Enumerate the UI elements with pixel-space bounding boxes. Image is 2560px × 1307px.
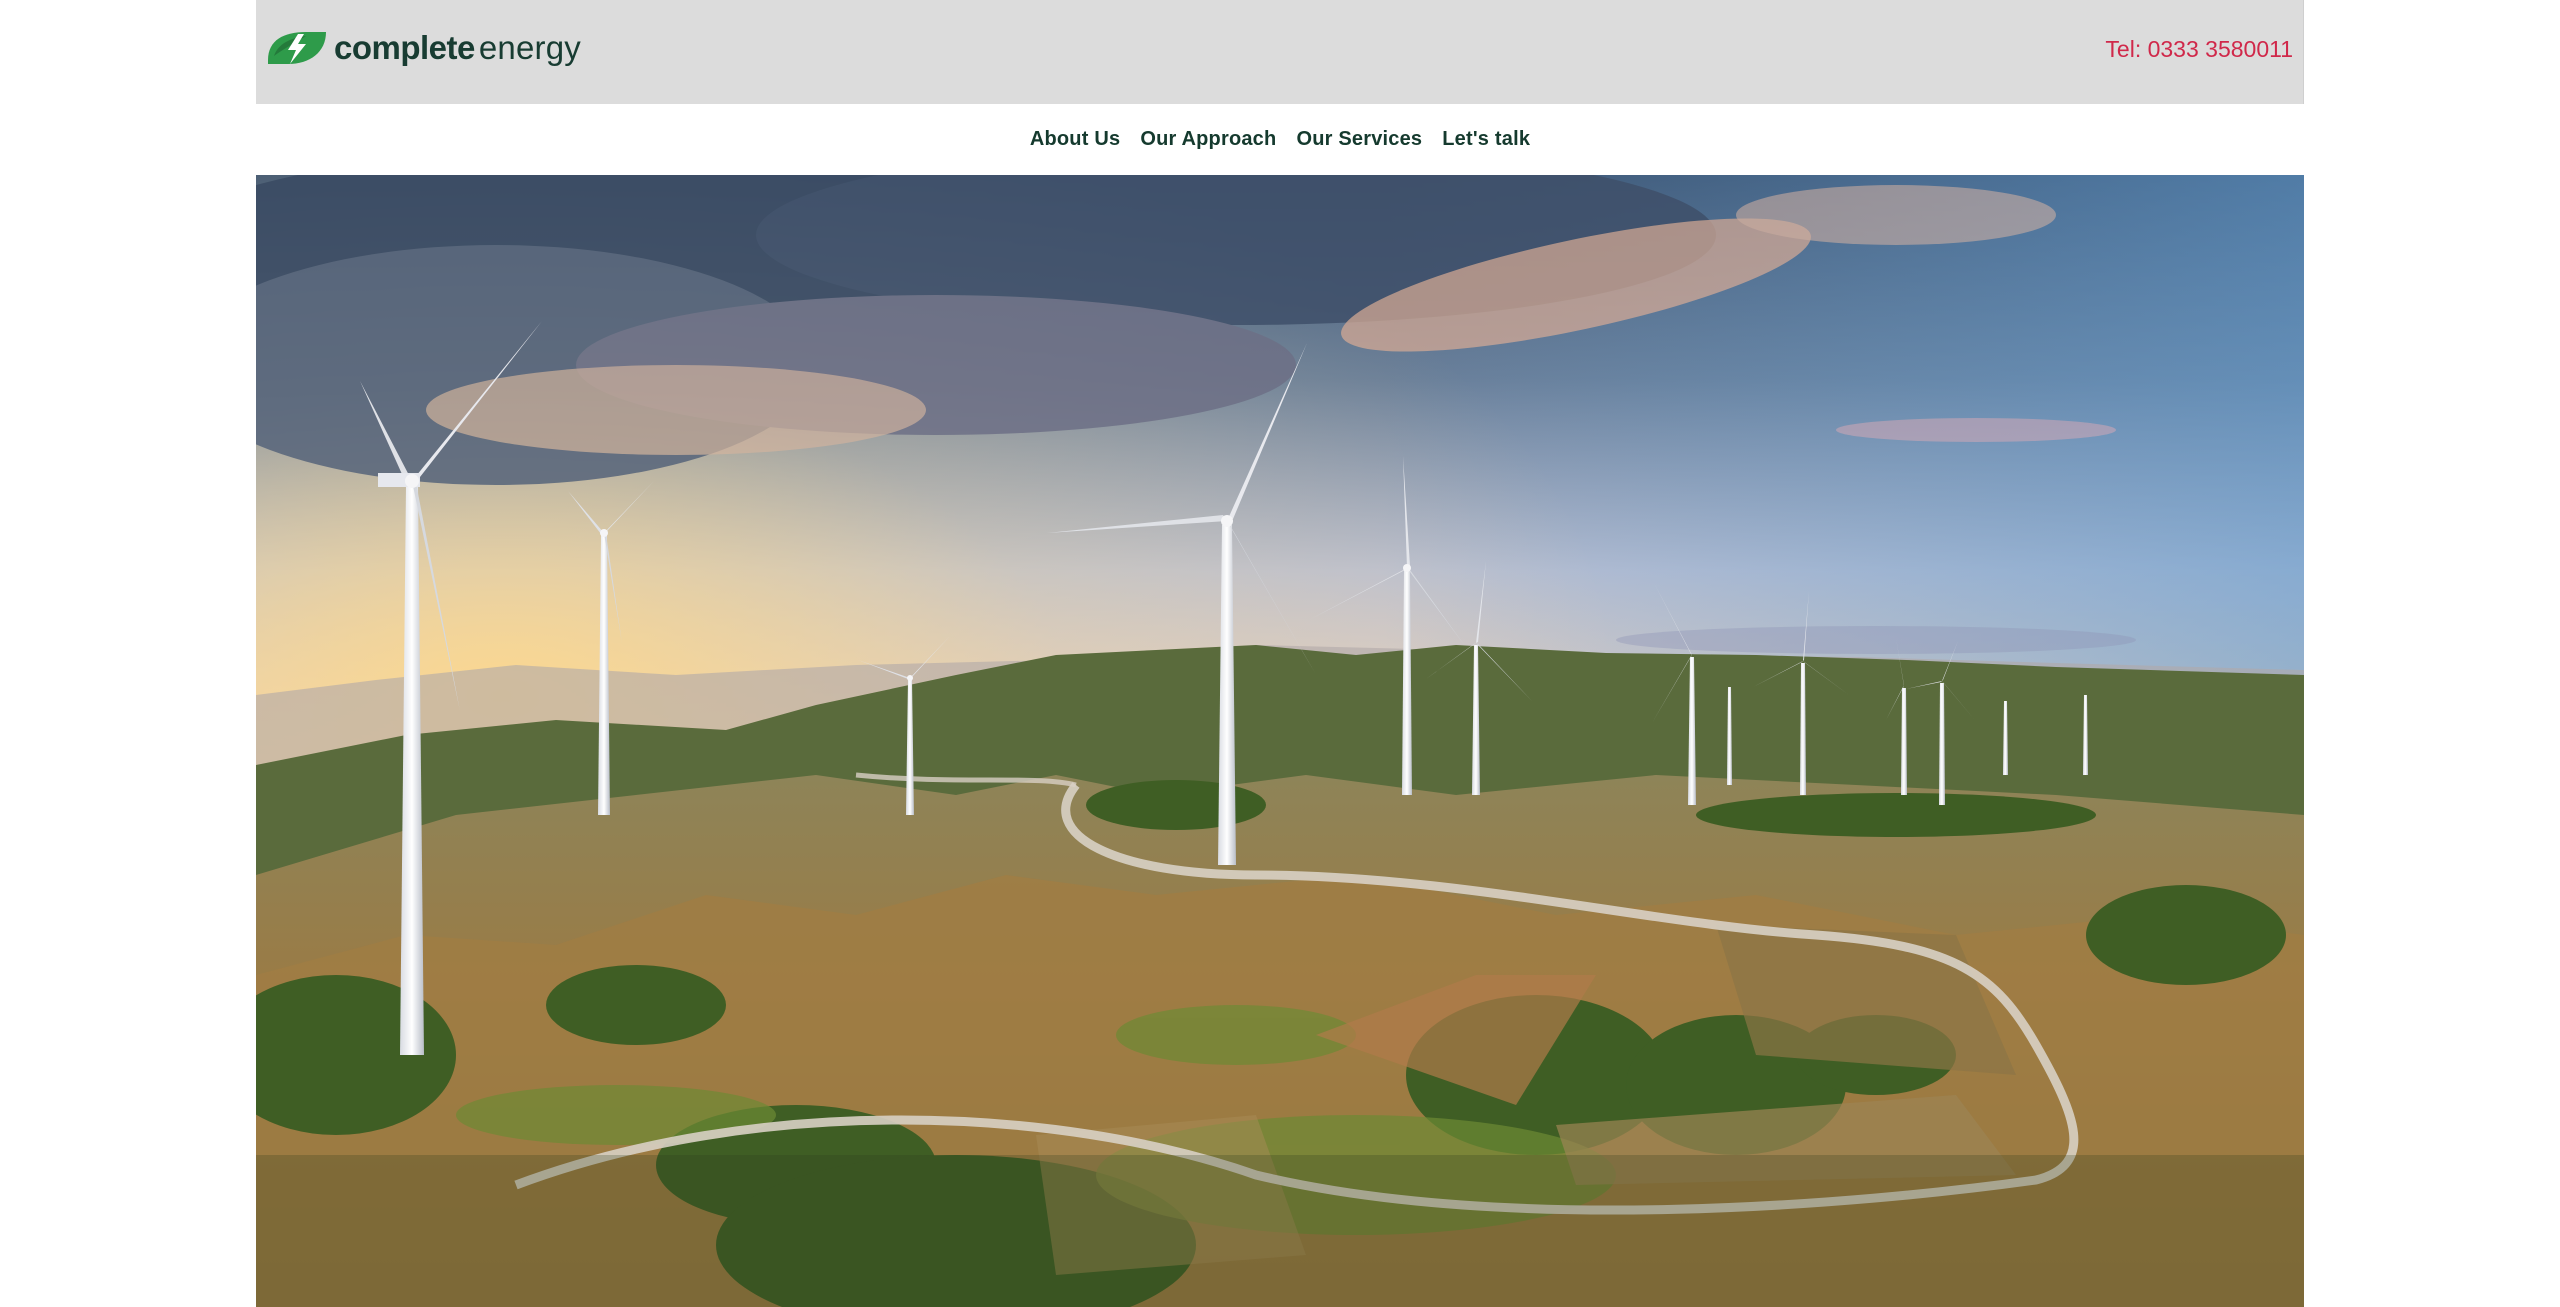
logo-text-energy: energy (478, 29, 581, 66)
nav-item-about-us[interactable]: About Us (1030, 124, 1120, 155)
nav-item-our-approach[interactable]: Our Approach (1140, 124, 1276, 155)
leaf-bolt-logo-icon (268, 32, 326, 64)
wind-turbines-landscape-photo (256, 175, 2304, 1307)
nav-item-lets-talk[interactable]: Let's talk (1442, 124, 1530, 155)
main-nav: About Us Our Approach Our Services Let's… (256, 104, 2304, 175)
site-header: complete energy Tel: 0333 3580011 (256, 0, 2304, 104)
phone-link[interactable]: Tel: 0333 3580011 (2105, 36, 2293, 63)
logo-text-complete: complete (334, 29, 475, 66)
logo-link[interactable]: complete energy (266, 26, 581, 70)
nav-item-our-services[interactable]: Our Services (1296, 124, 1422, 155)
hero-image (256, 175, 2304, 1307)
page: complete energy Tel: 0333 3580011 About … (256, 0, 2304, 1307)
